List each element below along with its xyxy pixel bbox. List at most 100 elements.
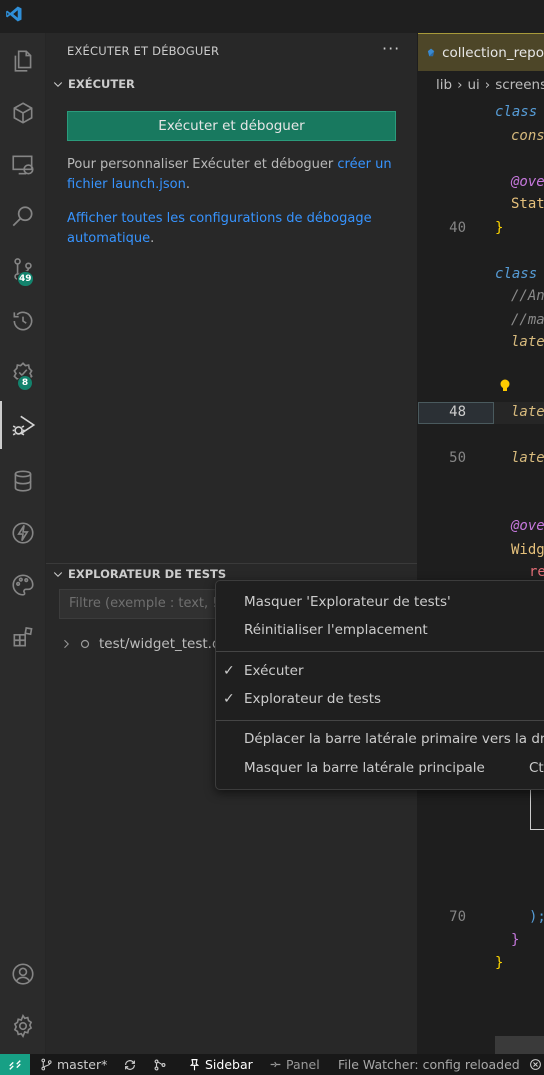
title-bar	[0, 0, 544, 33]
run-and-debug-icon[interactable]	[0, 401, 45, 449]
customize-text-prefix: Pour personnaliser Exécuter et déboguer	[67, 157, 338, 172]
customize-text-end: .	[185, 177, 190, 192]
remote-explorer-icon[interactable]	[0, 141, 45, 189]
code-line: Widg	[511, 542, 544, 558]
code-line: late	[511, 450, 544, 466]
breadcrumb-item[interactable]: screens	[495, 77, 544, 93]
branch-status[interactable]: master*	[40, 1054, 107, 1075]
code-line: late	[511, 334, 544, 350]
chevron-right-icon: ›	[457, 77, 463, 93]
lightbulb-icon[interactable]	[498, 378, 512, 394]
menu-item-reset-location[interactable]: Réinitialiser l'emplacement	[244, 622, 428, 638]
chevron-down-icon	[48, 78, 68, 90]
code-line: class	[495, 266, 538, 282]
chevron-right-icon: ›	[484, 77, 491, 93]
vscode-logo-icon	[6, 6, 22, 22]
test-file-label: test/widget_test.d	[99, 636, 221, 652]
palette-icon[interactable]	[0, 561, 45, 609]
code-line: }	[495, 220, 504, 236]
test-filter-input[interactable]: Filtre (exemple : text, !e	[59, 589, 219, 619]
line-number: 70	[449, 909, 466, 925]
timeline-icon[interactable]	[0, 297, 45, 345]
explorer-icon[interactable]	[0, 37, 45, 85]
menu-separator	[216, 720, 544, 721]
line-number: 40	[449, 220, 466, 236]
breadcrumb: lib › ui › screens	[418, 71, 544, 99]
run-section-title: EXÉCUTER	[68, 77, 135, 91]
tab-label: collection_repo	[442, 44, 544, 61]
testing-icon[interactable]: 8	[0, 349, 45, 397]
editor-tab[interactable]: collection_repo	[418, 33, 544, 71]
code-line: Stat	[511, 196, 544, 212]
code-line: class	[495, 104, 538, 120]
code-line: }	[511, 932, 520, 948]
auto-text-end: .	[150, 231, 155, 246]
code-line: //ma	[511, 312, 544, 328]
account-icon[interactable]	[0, 950, 45, 998]
testing-badge: 8	[17, 375, 33, 391]
remote-icon	[9, 1059, 21, 1070]
test-tree-item[interactable]: test/widget_test.d	[60, 636, 221, 652]
menu-item-run[interactable]: Exécuter	[244, 663, 304, 679]
horizontal-scrollbar[interactable]	[495, 1036, 544, 1054]
package-icon[interactable]	[0, 89, 45, 137]
run-section-header[interactable]: EXÉCUTER	[46, 73, 417, 95]
git-branch-icon	[41, 1058, 52, 1071]
menu-item-hide-test-explorer[interactable]: Masquer 'Explorateur de tests'	[244, 594, 451, 610]
status-bar: master* Sidebar Panel File Watcher: conf…	[0, 1054, 544, 1075]
panel-status[interactable]: Panel	[269, 1054, 320, 1075]
check-icon: ✓	[223, 663, 235, 679]
source-graph-icon[interactable]	[153, 1054, 171, 1075]
source-control-icon[interactable]: 49	[0, 245, 45, 293]
editor-area: collection_repo lib › ui › screens 40 48…	[418, 33, 544, 1054]
branch-label: master*	[57, 1057, 108, 1072]
menu-item-hide-primary-sidebar[interactable]: Masquer la barre latérale principale	[244, 760, 485, 776]
pin-icon	[189, 1059, 200, 1071]
code-line: );	[529, 909, 544, 925]
code-line: }	[495, 955, 504, 971]
sidebar-status-label: Sidebar	[205, 1057, 253, 1072]
test-status-circle-icon	[80, 639, 90, 649]
line-number-active: 48	[449, 404, 466, 420]
menu-item-move-sidebar-right[interactable]: Déplacer la barre latérale primaire vers…	[244, 731, 544, 747]
dart-file-icon	[427, 48, 435, 56]
code-line: //An	[511, 288, 544, 304]
code-line: @ove	[511, 518, 544, 534]
breadcrumb-item[interactable]: ui	[467, 77, 479, 93]
code-line: late	[511, 404, 544, 420]
sidebar-status[interactable]: Sidebar	[188, 1054, 253, 1075]
menu-shortcut: Ct	[529, 760, 544, 776]
show-auto-configurations-link[interactable]: Afficher toutes les configurations de dé…	[67, 211, 372, 246]
menu-separator	[216, 651, 544, 652]
settings-gear-icon[interactable]	[0, 1002, 45, 1050]
source-control-badge: 49	[17, 271, 34, 287]
code-line: @ove	[511, 174, 544, 190]
file-watcher-status[interactable]: File Watcher: config reloaded	[338, 1054, 520, 1075]
line-number: 50	[449, 450, 466, 466]
no-problems-icon[interactable]	[529, 1054, 544, 1075]
auto-config-text: Afficher toutes les configurations de dé…	[67, 209, 397, 249]
lightning-icon[interactable]	[0, 509, 45, 557]
extensions-icon[interactable]	[0, 613, 45, 661]
remote-indicator[interactable]	[0, 1054, 30, 1075]
context-menu: Masquer 'Explorateur de tests' Réinitial…	[215, 580, 544, 790]
chevron-down-icon	[48, 568, 68, 580]
sidebar: EXÉCUTER ET DÉBOGUER ··· EXÉCUTER Exécut…	[46, 33, 417, 1054]
customize-text: Pour personnaliser Exécuter et déboguer …	[67, 155, 397, 195]
more-actions-icon[interactable]: ···	[382, 39, 400, 58]
pin-icon	[270, 1061, 281, 1068]
activity-bar: 49 8	[0, 33, 46, 1054]
search-icon[interactable]	[0, 193, 45, 241]
run-and-debug-button[interactable]: Exécuter et déboguer	[67, 111, 396, 141]
sync-icon[interactable]	[123, 1054, 141, 1075]
code-line: re	[529, 564, 544, 580]
code-editor[interactable]: 40 48 50 70 class cons @ove Stat } class…	[418, 99, 544, 1054]
sidebar-title: EXÉCUTER ET DÉBOGUER	[67, 44, 220, 58]
chevron-right-icon	[64, 639, 69, 649]
breadcrumb-item[interactable]: lib	[436, 77, 452, 93]
menu-item-test-explorer[interactable]: Explorateur de tests	[244, 691, 381, 707]
database-icon[interactable]	[0, 457, 45, 505]
code-line: cons	[511, 128, 544, 144]
check-icon: ✓	[223, 691, 235, 707]
test-explorer-title: EXPLORATEUR DE TESTS	[68, 567, 227, 581]
